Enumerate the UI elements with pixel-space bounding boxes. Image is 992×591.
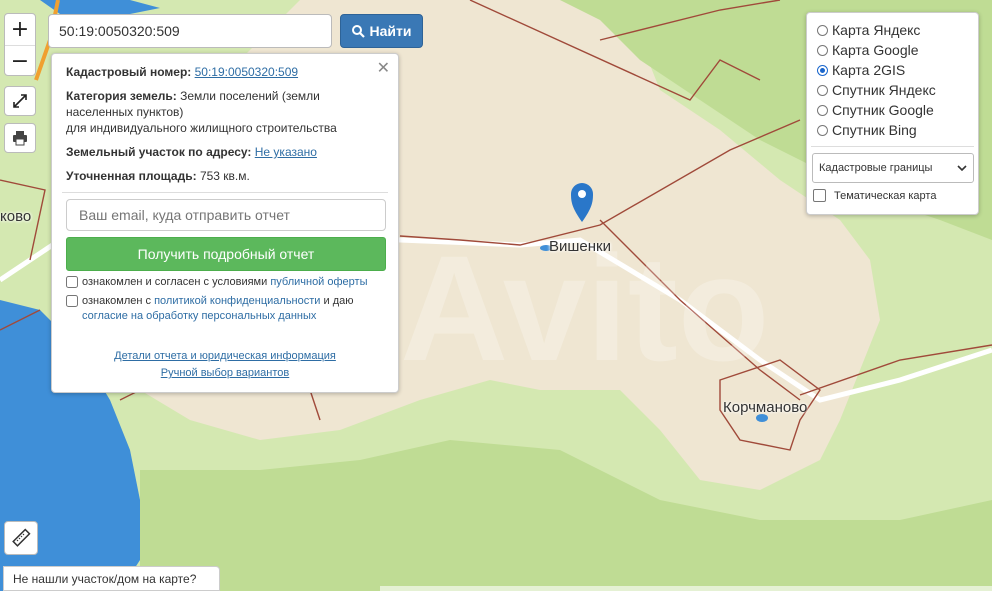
search-icon <box>351 24 365 38</box>
cadastral-label: Кадастровый номер: <box>66 65 192 79</box>
map-label-korchmanovo: Корчманово <box>723 399 808 416</box>
privacy-text: ознакомлен с <box>82 295 155 307</box>
layer-option[interactable]: Карта Google <box>817 40 968 60</box>
privacy-agreement: ознакомлен с политикой конфиденциальност… <box>66 294 384 324</box>
expand-icon <box>13 94 27 108</box>
ruler-icon <box>12 528 31 547</box>
overlay-select-value: Кадастровые границы <box>819 162 933 174</box>
details-link[interactable]: Детали отчета и юридическая информация <box>114 350 336 362</box>
radio-button[interactable] <box>817 104 828 116</box>
layer-option-label: Спутник Google <box>832 102 934 118</box>
print-icon <box>13 131 27 146</box>
thematic-checkbox[interactable] <box>813 189 826 202</box>
thematic-map-toggle[interactable]: Тематическая карта <box>813 189 968 202</box>
offer-link[interactable]: публичной оферты <box>270 276 367 288</box>
overlay-select[interactable]: Кадастровые границы <box>812 153 974 183</box>
map-label-partial: ково <box>0 208 32 225</box>
manual-selection-link[interactable]: Ручной выбор вариантов <box>161 367 289 379</box>
consent-link[interactable]: согласие на обработку персональных данны… <box>82 310 316 322</box>
zoom-control: + − <box>4 13 36 76</box>
zoom-out-button[interactable]: − <box>5 46 35 77</box>
offer-agreement: ознакомлен и согласен с условиями публич… <box>66 275 384 290</box>
layer-option-label: Карта Яндекс <box>832 22 921 38</box>
layer-option[interactable]: Карта 2GIS <box>817 60 968 80</box>
layer-option-label: Карта Google <box>832 42 919 58</box>
layer-option[interactable]: Спутник Google <box>817 100 968 120</box>
divider <box>62 192 388 193</box>
radio-button[interactable] <box>817 24 828 36</box>
print-button[interactable] <box>4 123 36 153</box>
cadastral-row: Кадастровый номер: 50:19:0050320:509 <box>66 64 384 80</box>
measure-button[interactable] <box>4 521 38 555</box>
get-report-button[interactable]: Получить подробный отчет <box>66 237 386 271</box>
radio-button[interactable] <box>817 44 828 56</box>
parcel-info-panel: ✕ Кадастровый номер: 50:19:0050320:509 К… <box>51 53 399 393</box>
zoom-in-button[interactable]: + <box>5 14 35 46</box>
cadastral-number-link[interactable]: 50:19:0050320:509 <box>195 65 298 79</box>
layer-option[interactable]: Спутник Bing <box>817 120 968 140</box>
layer-option-label: Карта 2GIS <box>832 62 906 78</box>
thematic-label: Тематическая карта <box>834 189 937 202</box>
privacy-mid-text: и даю <box>320 295 354 307</box>
radio-button[interactable] <box>817 124 828 136</box>
email-field[interactable] <box>66 199 386 231</box>
chevron-down-icon <box>957 165 967 171</box>
layer-option[interactable]: Спутник Яндекс <box>817 80 968 100</box>
cadastral-search-input[interactable] <box>48 14 332 48</box>
close-icon[interactable]: ✕ <box>377 58 390 77</box>
category-use: для индивидуального жилищного строительс… <box>66 121 337 135</box>
map-layer-switcher: Карта Яндекс Карта Google Карта 2GIS Спутни… <box>806 12 979 215</box>
area-value: 753 кв.м. <box>199 169 250 183</box>
search-button-label: Найти <box>369 23 412 39</box>
search-button[interactable]: Найти <box>340 14 423 48</box>
layer-option[interactable]: Карта Яндекс <box>817 20 968 40</box>
address-link[interactable]: Не указано <box>255 145 317 159</box>
address-label: Земельный участок по адресу: <box>66 145 252 159</box>
map-attribution-bar <box>380 586 992 591</box>
category-row: Категория земель: Земли поселений (земли… <box>66 88 384 136</box>
radio-button[interactable] <box>817 64 828 76</box>
offer-checkbox[interactable] <box>66 276 78 288</box>
not-found-link[interactable]: Не нашли участок/дом на карте? <box>3 566 220 591</box>
address-row: Земельный участок по адресу: Не указано <box>66 144 384 160</box>
offer-text: ознакомлен и согласен с условиями <box>82 276 271 288</box>
layer-option-label: Спутник Яндекс <box>832 82 936 98</box>
map-label-vishenki: Вишенки <box>549 238 611 255</box>
area-row: Уточненная площадь: 753 кв.м. <box>66 168 384 184</box>
radio-button[interactable] <box>817 84 828 96</box>
category-label: Категория земель: <box>66 89 177 103</box>
privacy-policy-link[interactable]: политикой конфиденциальности <box>154 295 320 307</box>
panel-links: Детали отчета и юридическая информация Р… <box>66 348 384 382</box>
fullscreen-button[interactable] <box>4 86 36 116</box>
layer-radio-list: Карта Яндекс Карта Google Карта 2GIS Спутни… <box>817 20 968 140</box>
layer-option-label: Спутник Bing <box>832 122 917 138</box>
area-label: Уточненная площадь: <box>66 169 197 183</box>
privacy-checkbox[interactable] <box>66 295 78 307</box>
